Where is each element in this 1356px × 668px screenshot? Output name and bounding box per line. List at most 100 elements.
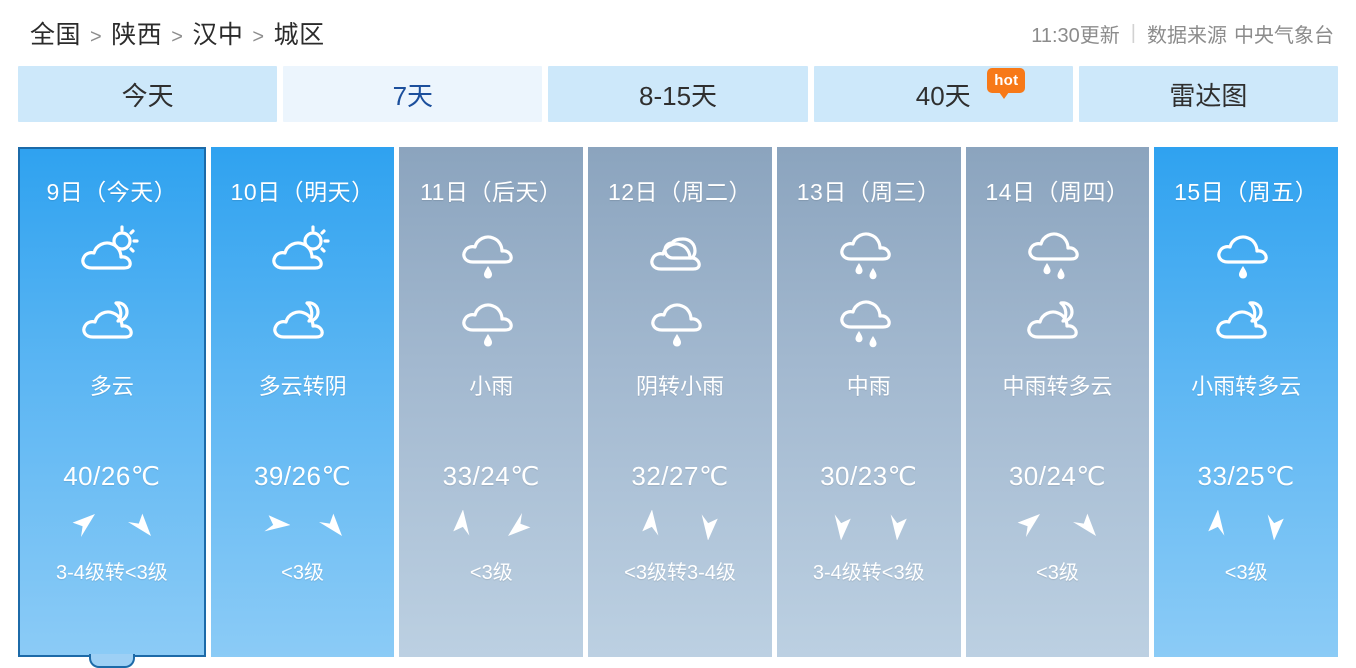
day-date: 12日（周二） bbox=[607, 179, 753, 205]
day-temperature: 32/27℃ bbox=[631, 461, 729, 491]
arrow-left-icon bbox=[448, 510, 478, 540]
light-rain-icon bbox=[1209, 221, 1283, 283]
day-wind-arrows bbox=[637, 510, 723, 540]
arrow-up-right-icon bbox=[316, 510, 346, 540]
breadcrumb-separator: > bbox=[171, 26, 184, 48]
tab-label: 雷达图 bbox=[1169, 80, 1248, 111]
day-condition-text: 中雨 bbox=[846, 374, 891, 399]
day-card-1[interactable]: 10日（明天） 多云转阴 39/26℃ <3级 bbox=[210, 147, 395, 657]
day-card-0[interactable]: 9日（今天） 多云 40/26℃ 3-4级转<3级 bbox=[18, 147, 206, 668]
tab-0[interactable]: 今天 bbox=[18, 66, 278, 122]
breadcrumb-item-3: 城区 bbox=[273, 21, 325, 49]
breadcrumb-separator: > bbox=[252, 26, 265, 48]
day-wind-level: <3级 bbox=[1036, 562, 1079, 584]
data-source-name: 中央气象台 bbox=[1234, 24, 1334, 47]
day-card-4[interactable]: 13日（周三） 中雨 30/23℃ 3-4级转<3级 bbox=[776, 147, 961, 657]
weather-forecast-page: 全国 > 陕西 > 汉中 > 城区 11:30更新 | 数据来源 中央气象台 今天 7天 8-1… bbox=[0, 0, 1356, 668]
hot-badge: hot bbox=[987, 68, 1026, 99]
day-wind-arrows bbox=[1014, 510, 1100, 540]
tab-3[interactable]: 40天 hot bbox=[813, 66, 1073, 122]
day-wind-arrows bbox=[69, 510, 155, 540]
day-temperature: 33/25℃ bbox=[1197, 461, 1295, 491]
day-wind-arrows bbox=[826, 510, 912, 540]
meta-divider: | bbox=[1130, 21, 1136, 44]
page-header: 全国 > 陕西 > 汉中 > 城区 11:30更新 | 数据来源 中央气象台 bbox=[0, 0, 1356, 66]
cloudy-night-icon bbox=[1020, 289, 1094, 351]
cloudy-night-icon bbox=[266, 289, 340, 351]
day-temperature: 33/24℃ bbox=[442, 461, 540, 491]
day-condition-text: 阴转小雨 bbox=[636, 374, 725, 399]
tab-label: 8-15天 bbox=[638, 80, 718, 111]
day-card-2[interactable]: 11日（后天） 小雨 33/24℃ <3级 bbox=[399, 147, 584, 657]
header-meta: 11:30更新 | 数据来源 中央气象台 bbox=[1031, 19, 1334, 48]
day-date: 15日（周五） bbox=[1174, 179, 1319, 205]
day-condition-text: 中雨转多云 bbox=[1002, 374, 1113, 399]
day-temperature: 30/24℃ bbox=[1008, 461, 1107, 491]
day-date: 10日（明天） bbox=[230, 179, 375, 205]
arrow-up-left-icon bbox=[69, 510, 99, 540]
forecast-range-tabs: 今天 7天 8-15天 40天 hot 雷达图 bbox=[0, 66, 1356, 128]
cloudy-night-icon bbox=[1209, 289, 1283, 351]
day-wind-level: 3-4级转<3级 bbox=[812, 562, 925, 584]
day-weather-icons bbox=[643, 221, 717, 351]
day-date: 14日（周四） bbox=[985, 179, 1130, 205]
breadcrumb-item-2[interactable]: 汉中 bbox=[192, 15, 243, 51]
selected-day-pointer bbox=[88, 654, 135, 668]
day-temperature: 40/26℃ bbox=[63, 461, 161, 491]
arrow-up-right-icon bbox=[1070, 510, 1100, 540]
day-wind-arrows bbox=[260, 510, 346, 540]
moderate-rain-icon bbox=[832, 289, 906, 351]
arrow-left-icon bbox=[637, 510, 667, 540]
tab-1[interactable]: 7天 bbox=[283, 66, 543, 122]
tab-label: 40天 bbox=[915, 80, 971, 111]
day-card-6[interactable]: 15日（周五） 小雨转多云 33/25℃ <3级 bbox=[1154, 147, 1339, 657]
tab-label: 今天 bbox=[121, 80, 174, 111]
day-temperature: 39/26℃ bbox=[253, 461, 352, 491]
breadcrumb-item-0[interactable]: 全国 bbox=[30, 15, 81, 51]
arrow-right-icon bbox=[1259, 510, 1289, 540]
day-card-3[interactable]: 12日（周二） 阴转小雨 32/27℃ <3级转3-4级 bbox=[588, 147, 772, 657]
day-weather-icons bbox=[75, 221, 149, 351]
day-wind-level: 3-4级转<3级 bbox=[56, 562, 168, 584]
day-wind-level: <3级 bbox=[281, 562, 324, 584]
tab-2[interactable]: 8-15天 bbox=[548, 66, 808, 122]
arrow-up-icon bbox=[260, 510, 290, 540]
light-rain-icon bbox=[454, 289, 528, 351]
data-source-label: 数据来源 bbox=[1147, 24, 1227, 47]
partly-cloudy-day-icon bbox=[75, 221, 149, 283]
day-weather-icons bbox=[266, 221, 340, 351]
day-weather-icons bbox=[1020, 221, 1094, 351]
day-condition-text: 多云 bbox=[89, 374, 134, 399]
day-date: 11日（后天） bbox=[420, 179, 563, 205]
day-weather-icons bbox=[1209, 221, 1283, 351]
arrow-left-icon bbox=[1203, 510, 1233, 540]
arrow-right-icon bbox=[882, 510, 912, 540]
cloudy-night-icon bbox=[75, 289, 149, 351]
day-wind-arrows bbox=[448, 510, 534, 540]
day-temperature: 30/23℃ bbox=[820, 461, 918, 491]
day-condition-text: 小雨 bbox=[469, 374, 514, 399]
day-wind-level: <3级转3-4级 bbox=[624, 562, 736, 584]
moderate-rain-icon bbox=[1020, 221, 1094, 283]
breadcrumb: 全国 > 陕西 > 汉中 > 城区 bbox=[30, 15, 325, 51]
day-wind-level: <3级 bbox=[1224, 562, 1268, 584]
tab-4[interactable]: 雷达图 bbox=[1078, 66, 1339, 122]
light-rain-icon bbox=[643, 289, 717, 351]
breadcrumb-item-1[interactable]: 陕西 bbox=[111, 15, 162, 51]
breadcrumb-separator: > bbox=[90, 26, 103, 48]
overcast-icon bbox=[643, 221, 717, 283]
day-wind-level: <3级 bbox=[469, 562, 513, 584]
day-condition-text: 多云转阴 bbox=[258, 374, 347, 399]
day-date: 9日（今天） bbox=[46, 179, 178, 205]
day-weather-icons bbox=[832, 221, 906, 351]
light-rain-icon bbox=[454, 221, 528, 283]
day-weather-icons bbox=[454, 221, 528, 351]
arrow-up-left-icon bbox=[1014, 510, 1044, 540]
update-time: 11:30更新 bbox=[1031, 24, 1120, 47]
tab-label: 7天 bbox=[392, 80, 434, 111]
day-card-5[interactable]: 14日（周四） 中雨转多云 30/24℃ <3级 bbox=[965, 147, 1150, 657]
arrow-down-right-icon bbox=[504, 510, 534, 540]
arrow-right-icon bbox=[826, 510, 856, 540]
day-date: 13日（周三） bbox=[796, 179, 941, 205]
day-wind-arrows bbox=[1203, 510, 1289, 540]
